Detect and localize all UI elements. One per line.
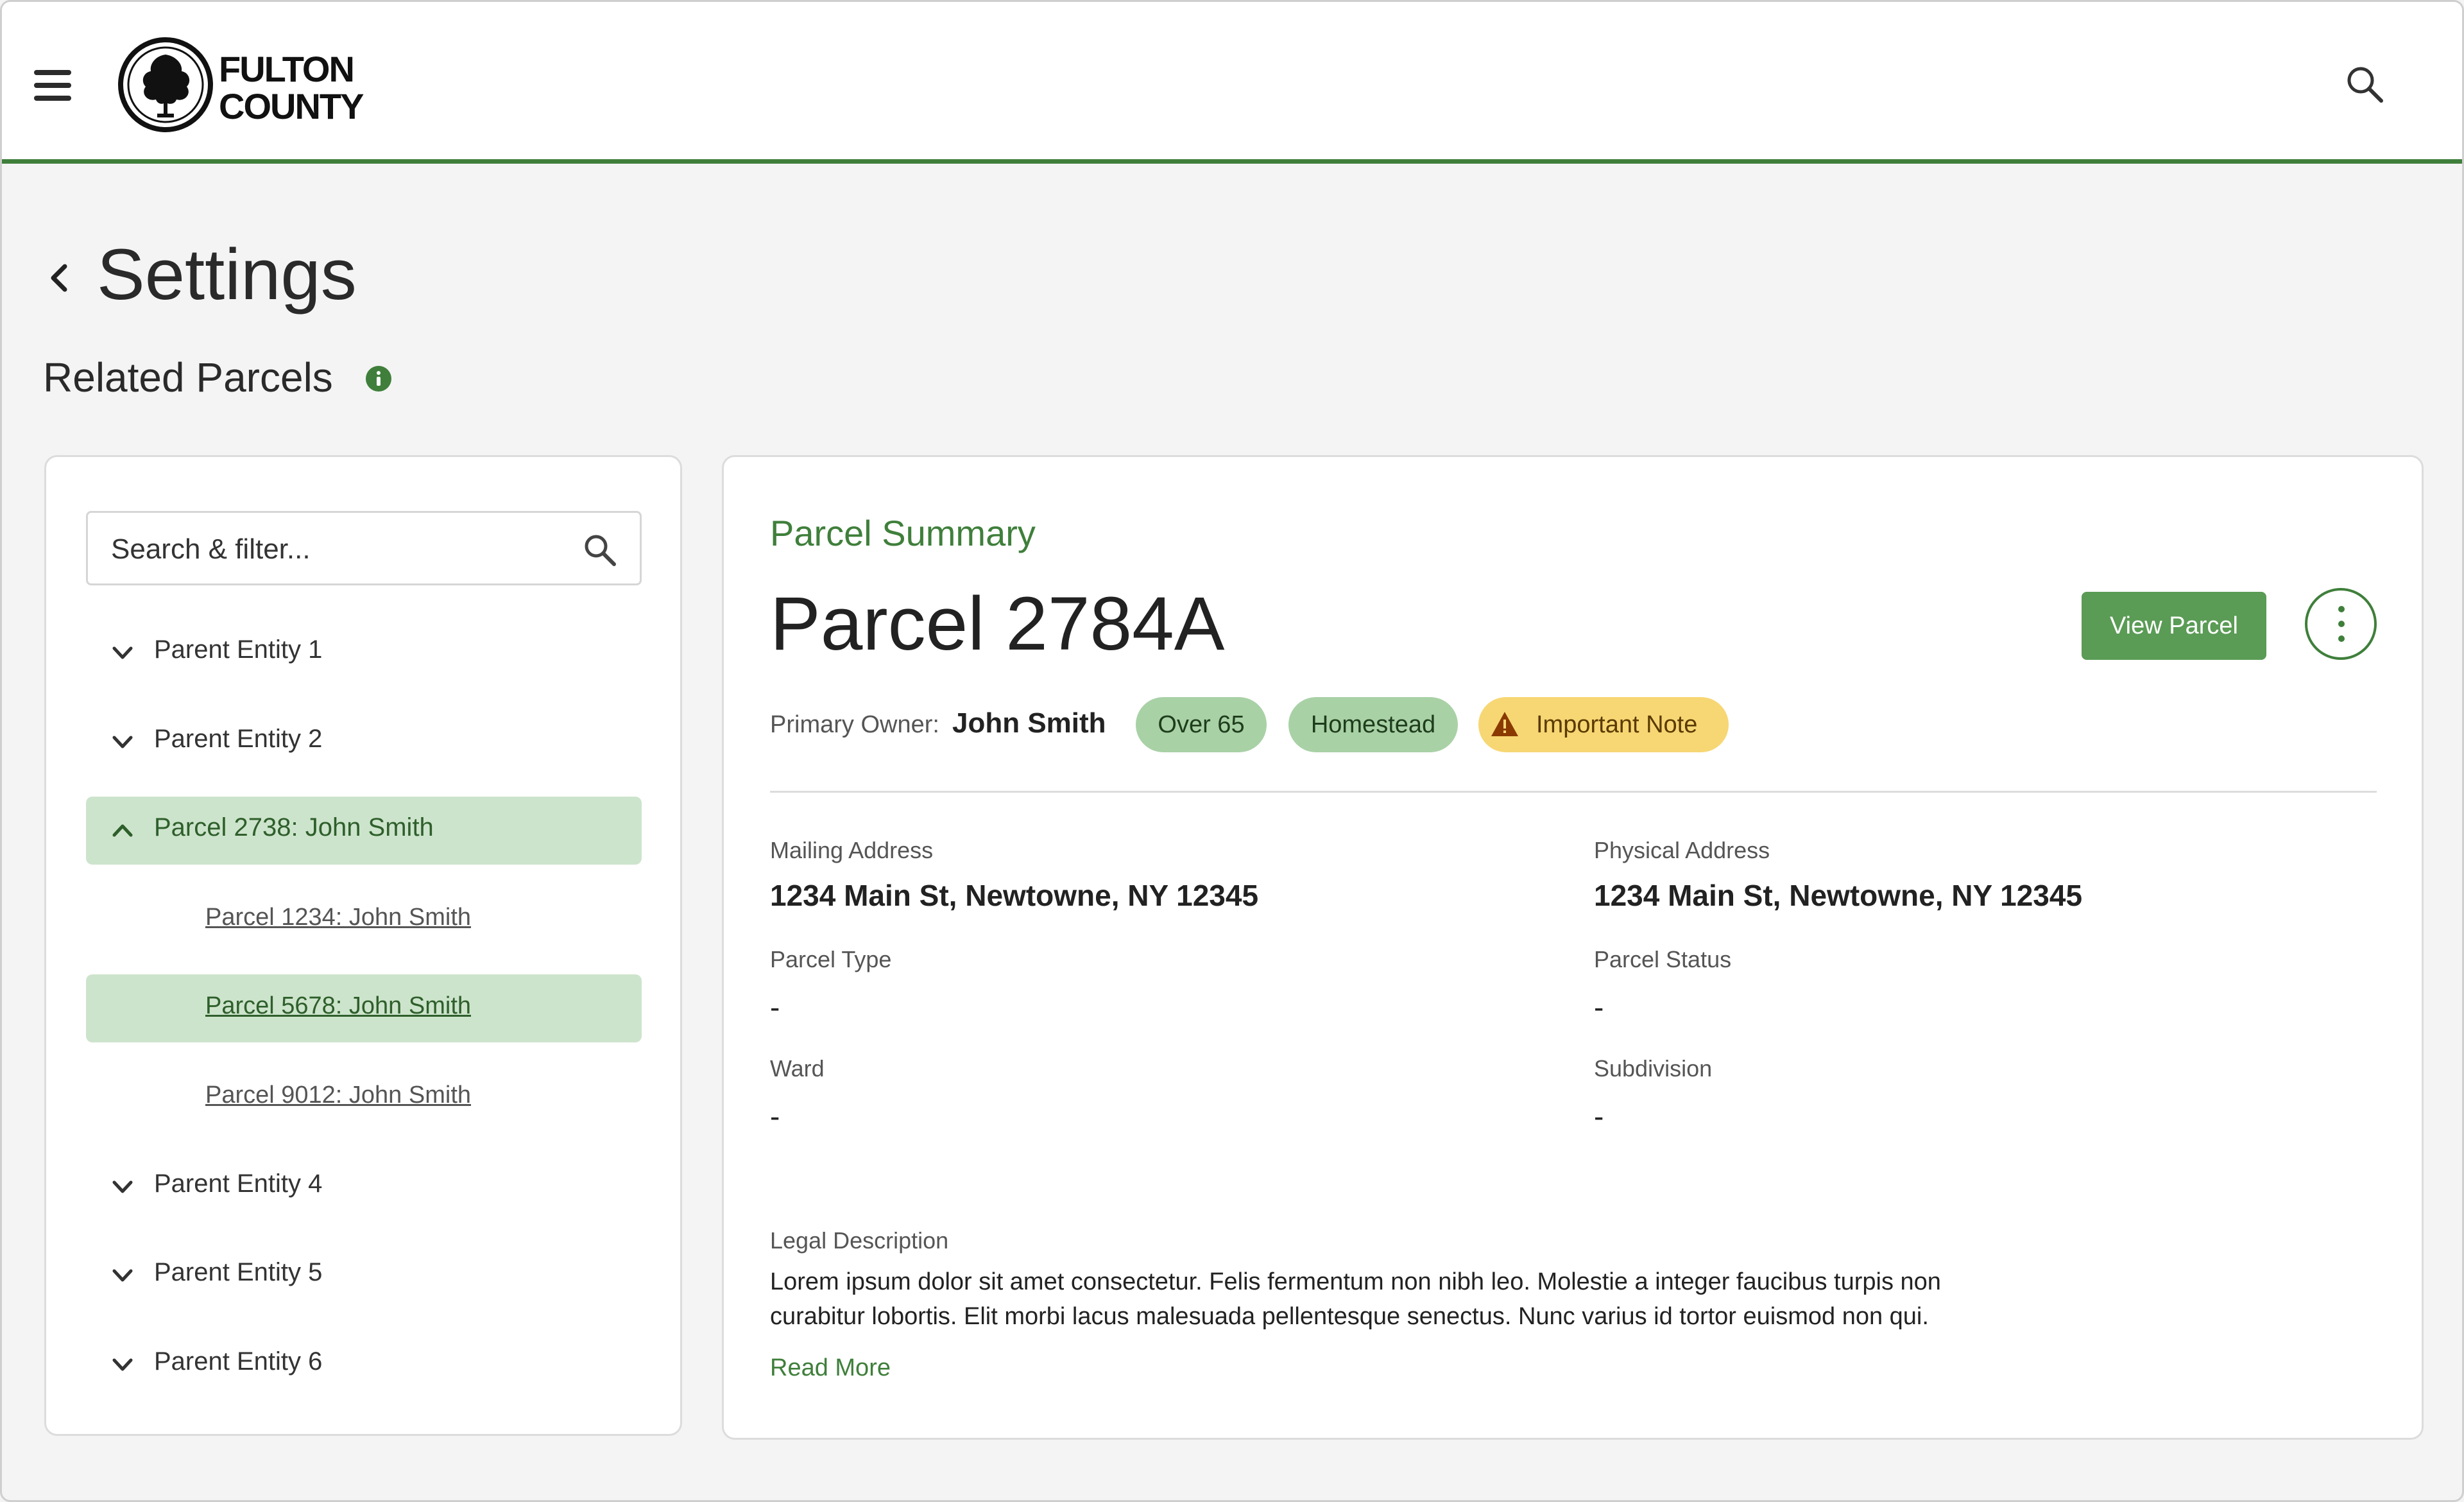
top-header: FULTON COUNTY bbox=[2, 2, 2462, 164]
mailing-address-label: Mailing Address bbox=[770, 837, 934, 863]
dot bbox=[2338, 621, 2345, 627]
parcel-status-value: - bbox=[1594, 990, 1604, 1024]
tree-child-parcel-1234[interactable]: Parcel 1234: John Smith bbox=[86, 886, 642, 954]
ward-value: - bbox=[770, 1100, 780, 1133]
chevron-up-icon bbox=[112, 824, 133, 837]
parcel-title: Parcel 2784A bbox=[770, 582, 1225, 666]
tree-child-link[interactable]: Parcel 9012: John Smith bbox=[205, 1082, 471, 1109]
chevron-down-icon bbox=[112, 1269, 133, 1282]
chevron-down-icon bbox=[112, 646, 133, 659]
tree-item-parent-entity-2[interactable]: Parent Entity 2 bbox=[86, 708, 642, 776]
dot bbox=[2338, 635, 2345, 642]
related-parcels-tree-panel: Parent Entity 1 Parent Entity 2 Parcel 2… bbox=[44, 455, 682, 1436]
parcel-summary-panel: Parcel Summary Parcel 2784A View Parcel … bbox=[722, 455, 2424, 1440]
tree-child-link[interactable]: Parcel 1234: John Smith bbox=[205, 904, 471, 931]
parcel-type-label: Parcel Type bbox=[770, 946, 892, 972]
logo-wordmark: FULTON COUNTY bbox=[219, 49, 364, 126]
badge-important-note: Important Note bbox=[1478, 697, 1729, 752]
parcel-status-label: Parcel Status bbox=[1594, 946, 1732, 972]
tree-child-link[interactable]: Parcel 5678: John Smith bbox=[205, 992, 471, 1020]
tree-item-label: Parent Entity 2 bbox=[154, 725, 323, 753]
badge-label: Important Note bbox=[1536, 711, 1698, 738]
chevron-down-icon bbox=[112, 1358, 133, 1371]
view-parcel-button[interactable]: View Parcel bbox=[2082, 592, 2266, 660]
badge-over-65: Over 65 bbox=[1136, 697, 1267, 752]
tree-item-parent-entity-1[interactable]: Parent Entity 1 bbox=[86, 619, 642, 687]
legal-description-label: Legal Description bbox=[770, 1227, 949, 1254]
chevron-down-icon bbox=[112, 736, 133, 748]
ward-label: Ward bbox=[770, 1055, 825, 1082]
info-icon[interactable] bbox=[365, 365, 392, 392]
read-more-link[interactable]: Read More bbox=[770, 1354, 891, 1382]
section-title: Related Parcels bbox=[43, 354, 333, 401]
tree-item-label: Parent Entity 4 bbox=[154, 1170, 323, 1198]
parcel-type-value: - bbox=[770, 990, 780, 1024]
subdivision-label: Subdivision bbox=[1594, 1055, 1713, 1082]
tree-item-label: Parcel 2738: John Smith bbox=[154, 813, 434, 842]
tree-item-parcel-2738[interactable]: Parcel 2738: John Smith bbox=[86, 797, 642, 865]
tree-item-label: Parent Entity 1 bbox=[154, 635, 323, 664]
tree-item-parent-entity-5[interactable]: Parent Entity 5 bbox=[86, 1241, 642, 1309]
legal-description-text: Lorem ipsum dolor sit amet consectetur. … bbox=[770, 1268, 1941, 1330]
chevron-down-icon bbox=[112, 1180, 133, 1193]
page-title: Settings bbox=[97, 234, 357, 315]
app-window: FULTON COUNTY Settings Related Parcels S… bbox=[0, 0, 2464, 1502]
primary-owner-label: Primary Owner: bbox=[770, 711, 939, 738]
search-filter-box bbox=[86, 511, 642, 585]
tree-item-label: Parent Entity 6 bbox=[154, 1347, 323, 1376]
badge-homestead: Homestead bbox=[1288, 697, 1458, 752]
dot bbox=[2338, 606, 2345, 612]
hamburger-icon[interactable] bbox=[34, 70, 71, 102]
physical-address-label: Physical Address bbox=[1594, 837, 1770, 863]
back-chevron-icon[interactable] bbox=[44, 259, 73, 297]
physical-address-value: 1234 Main St, Newtowne, NY 12345 bbox=[1594, 879, 2083, 912]
primary-owner-value: John Smith bbox=[952, 707, 1106, 739]
tree-child-parcel-5678[interactable]: Parcel 5678: John Smith bbox=[86, 974, 642, 1042]
tree-child-parcel-9012[interactable]: Parcel 9012: John Smith bbox=[86, 1064, 642, 1132]
search-icon[interactable] bbox=[2344, 64, 2385, 105]
tree-item-label: Parent Entity 5 bbox=[154, 1258, 323, 1286]
search-filter-input[interactable] bbox=[111, 527, 560, 572]
county-logo[interactable]: FULTON COUNTY bbox=[117, 37, 364, 133]
tree-seal-icon bbox=[118, 37, 213, 132]
tree-item-parent-entity-6[interactable]: Parent Entity 6 bbox=[86, 1331, 642, 1399]
subdivision-value: - bbox=[1594, 1100, 1604, 1133]
summary-label: Parcel Summary bbox=[770, 513, 1036, 553]
warning-icon bbox=[1491, 712, 1518, 736]
mailing-address-value: 1234 Main St, Newtowne, NY 12345 bbox=[770, 879, 1259, 912]
tree-item-parent-entity-4[interactable]: Parent Entity 4 bbox=[86, 1153, 642, 1221]
divider bbox=[770, 791, 2377, 793]
more-options-button[interactable] bbox=[2305, 588, 2377, 660]
search-icon[interactable] bbox=[582, 532, 617, 567]
